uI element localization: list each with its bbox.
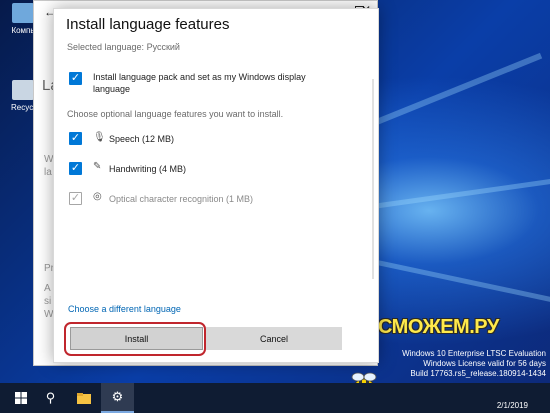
file-explorer-icon[interactable] xyxy=(67,383,100,413)
handwriting-checkbox[interactable]: ✓ xyxy=(69,162,82,175)
microphone-icon: 🎙 xyxy=(93,132,106,143)
install-language-pack-checkbox[interactable]: ✓ xyxy=(69,72,82,85)
ocr-label: Optical character recognition (1 MB) xyxy=(109,194,254,204)
handwriting-label: Handwriting (4 MB) xyxy=(109,164,187,174)
install-language-dialog: Install language features Selected langu… xyxy=(53,8,379,363)
choose-different-language-link[interactable]: Choose a different language xyxy=(68,304,181,314)
taskbar: ⚲ ⚙ 2/1/2019 xyxy=(0,383,550,413)
optional-features-hint: Choose optional language features you wa… xyxy=(67,109,284,119)
start-icon[interactable] xyxy=(4,383,37,413)
selected-language-label: Selected language: Русский xyxy=(67,42,180,52)
computer-icon xyxy=(12,3,34,23)
ocr-icon: ◎ xyxy=(93,191,102,202)
speech-checkbox[interactable]: ✓ xyxy=(69,132,82,145)
search-icon[interactable]: ⚲ xyxy=(34,383,67,413)
brand-logo: СМОЖЕМ.РУ xyxy=(378,316,499,338)
install-language-pack-label: Install language pack and set as my Wind… xyxy=(93,72,306,94)
dialog-title: Install language features xyxy=(66,16,230,33)
pen-icon: ✎ xyxy=(93,161,102,172)
dialog-scrollbar[interactable] xyxy=(372,79,374,279)
install-highlight-outline xyxy=(64,322,206,356)
system-tray: 2/1/2019 xyxy=(420,383,550,413)
ocr-checkbox: ✓ xyxy=(69,192,82,205)
speech-label: Speech (12 MB) xyxy=(109,134,175,144)
cancel-button[interactable]: Cancel xyxy=(206,327,342,350)
clock-date[interactable]: 2/1/2019 xyxy=(497,401,528,410)
recycle-bin-icon xyxy=(12,80,34,100)
settings-icon[interactable]: ⚙ xyxy=(101,383,134,413)
